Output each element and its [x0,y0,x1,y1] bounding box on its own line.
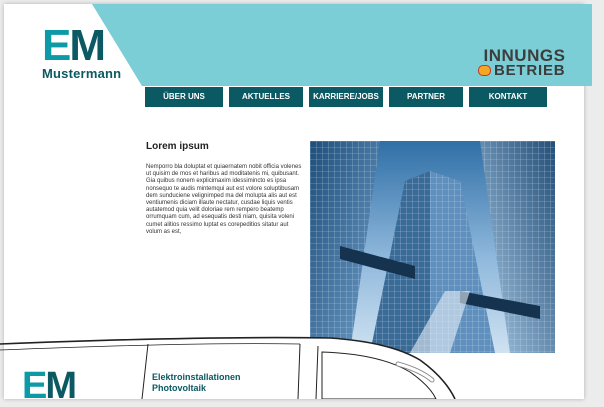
van-service-1: Elektroinstallationen [152,372,241,382]
nav-item-kontakt[interactable]: KONTAKT [469,87,547,107]
nav-item-aktuelles[interactable]: AKTUELLES [229,87,303,107]
plug-icon [478,65,491,76]
company-name: Mustermann [42,66,122,81]
nav-item-partner[interactable]: PARTNER [389,87,463,107]
badge-line-2: BETRIEB [494,62,566,79]
innungsbetrieb-badge: INNUNGS BETRIEB [478,46,566,79]
nav-item-ueber-uns[interactable]: ÜBER UNS [145,87,223,107]
content-title: Lorem ipsum [146,141,209,152]
logo-letter-m: M [69,21,106,70]
nav-item-karriere-jobs[interactable]: KARRIERE/JOBS [309,87,383,107]
van-outline [0,336,456,399]
badge-line-1: INNUNGS [483,46,566,65]
van-logo-letter-m: M [45,365,77,407]
content-body: Nemporro bla doluptat et quiaernatem nob… [146,164,302,235]
company-logo[interactable]: EM Mustermann [42,24,152,82]
van-service-2: Photovoltaik [152,383,207,393]
logo-letter-e: E [42,21,71,70]
van-logo-letter-e: E [22,365,47,407]
skyscraper-photo [310,141,555,353]
van-logo: EM [22,367,77,405]
main-navigation: ÜBER UNS AKTUELLES KARRIERE/JOBS PARTNER… [145,87,547,107]
van-services: Elektroinstallationen Photovoltaik [152,372,241,394]
